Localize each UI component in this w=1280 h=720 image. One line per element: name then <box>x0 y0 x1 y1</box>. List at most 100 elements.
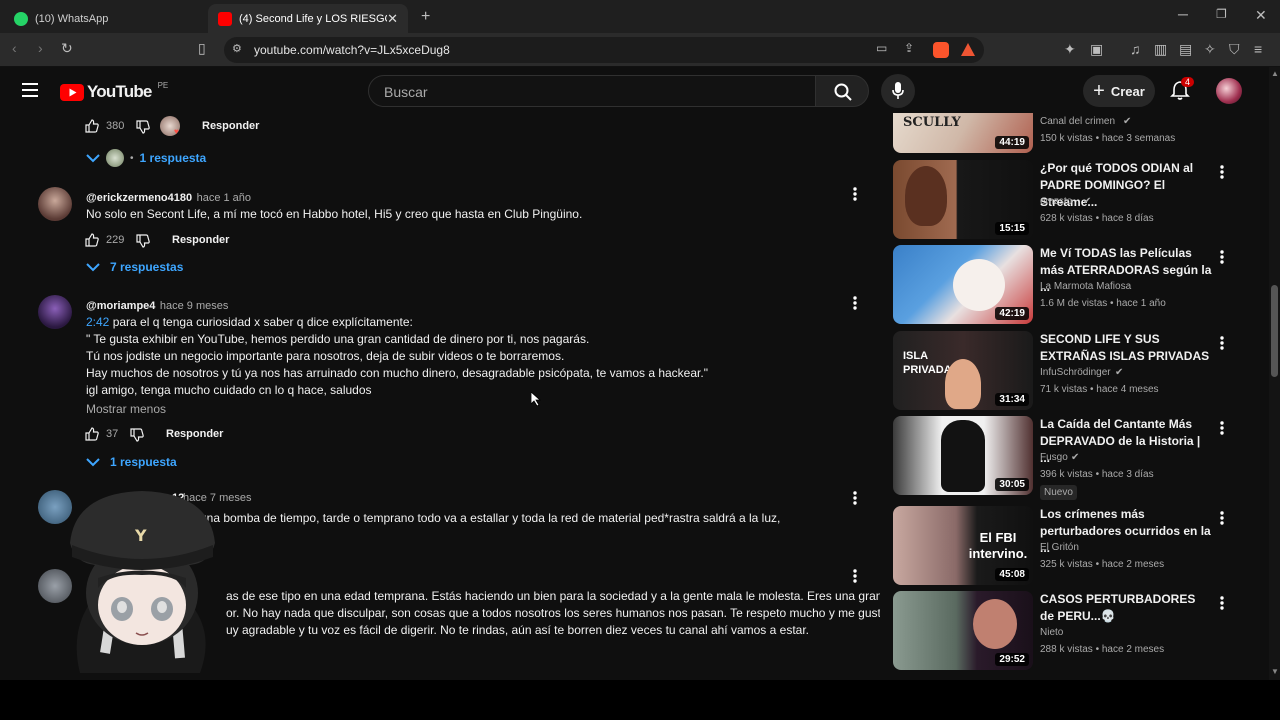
commenter-avatar[interactable] <box>38 295 72 329</box>
video-title[interactable]: ¿Por qué TODOS ODIAN al PADRE DOMINGO? E… <box>1040 160 1212 211</box>
wallet-icon[interactable]: ▤ <box>1179 41 1192 58</box>
forward-icon[interactable]: › <box>38 40 43 56</box>
dislike-icon[interactable] <box>130 428 144 442</box>
channel-name[interactable]: El Gritón <box>1040 542 1079 553</box>
media-icon[interactable]: ♫ <box>1130 41 1141 57</box>
screenshot-icon[interactable]: ▣ <box>1090 41 1103 58</box>
minimize-icon[interactable]: ─ <box>1178 6 1188 22</box>
like-icon[interactable] <box>85 233 99 247</box>
video-title[interactable]: CASOS PERTURBADORES de PERU...💀 <box>1040 591 1212 625</box>
like-icon[interactable] <box>85 119 99 133</box>
share-icon[interactable]: ⇪ <box>904 41 914 55</box>
channel-name[interactable]: Fusgo <box>1040 452 1068 463</box>
sidebar-icon[interactable]: ▥ <box>1154 41 1167 58</box>
video-more-icon[interactable] <box>1219 420 1225 436</box>
search-input[interactable]: Buscar <box>368 75 816 107</box>
recommended-video[interactable]: El FBI intervino. 45:08 Los crímenes más… <box>893 506 1263 586</box>
leo-icon[interactable]: ✧ <box>1204 41 1216 58</box>
channel-name[interactable]: emzsto <box>1040 196 1072 207</box>
dislike-icon[interactable] <box>136 234 150 248</box>
maximize-icon[interactable]: ❐ <box>1216 7 1227 21</box>
video-thumbnail[interactable]: 30:05 <box>893 416 1033 495</box>
video-thumbnail[interactable]: 42:19 <box>893 245 1033 324</box>
scroll-up-icon[interactable]: ▲ <box>1271 69 1279 78</box>
voice-search-button[interactable] <box>881 74 915 108</box>
video-more-icon[interactable] <box>1219 335 1225 351</box>
video-more-icon[interactable] <box>1219 595 1225 611</box>
close-window-icon[interactable]: ✕ <box>1255 7 1267 24</box>
reload-icon[interactable]: ↻ <box>61 40 73 57</box>
back-icon[interactable]: ‹ <box>12 40 17 56</box>
bookmark-icon[interactable]: ▯ <box>198 40 206 57</box>
close-tab-icon[interactable]: ✕ <box>387 11 398 27</box>
video-more-icon[interactable] <box>1219 249 1225 265</box>
view-replies-button[interactable]: 1 respuesta <box>86 455 177 469</box>
cast-icon[interactable]: ▭ <box>876 41 887 55</box>
view-replies-button[interactable]: 7 respuestas <box>86 260 183 274</box>
notification-count: 4 <box>1181 77 1195 87</box>
commenter-avatar[interactable] <box>38 187 72 221</box>
comment-author[interactable]: @moriampe4 <box>86 300 155 312</box>
show-less-button[interactable]: Mostrar menos <box>86 402 166 416</box>
channel-name[interactable]: Canal del crimen <box>1040 116 1115 127</box>
comment-more-icon[interactable] <box>852 295 858 311</box>
notifications-button[interactable]: 4 <box>1170 77 1195 102</box>
video-title[interactable]: SECOND LIFE Y SUS EXTRAÑAS ISLAS PRIVADA… <box>1040 331 1212 365</box>
view-replies-button[interactable]: • 1 respuesta <box>86 149 206 167</box>
account-avatar[interactable] <box>1216 78 1242 104</box>
new-tab-icon[interactable]: + <box>421 8 430 26</box>
channel-name[interactable]: InfuSchrödinger <box>1040 367 1111 378</box>
video-title[interactable]: La Caída del Cantante Más DEPRAVADO de l… <box>1040 416 1212 467</box>
comment-header: @moriampe4 hace 9 meses <box>86 296 228 314</box>
recommended-video[interactable]: 42:19 Me Ví TODAS las Películas más ATER… <box>893 245 1263 325</box>
video-more-icon[interactable] <box>1219 510 1225 526</box>
comment-text: as de ese tipo en una edad temprana. Est… <box>226 588 880 639</box>
comment-author[interactable]: @erickzermeno4180 <box>86 192 192 204</box>
comment-more-icon[interactable] <box>852 568 858 584</box>
channel-name[interactable]: Nieto <box>1040 627 1063 638</box>
video-more-icon[interactable] <box>1219 164 1225 180</box>
comment-more-icon[interactable] <box>852 186 858 202</box>
recommended-video[interactable]: ISLA PRIVADA 31:34 SECOND LIFE Y SUS EXT… <box>893 331 1263 411</box>
recommended-video[interactable]: 29:52 CASOS PERTURBADORES de PERU...💀 Ni… <box>893 591 1263 671</box>
reply-button[interactable]: Responder <box>166 428 223 440</box>
recommended-video[interactable]: 30:05 La Caída del Cantante Más DEPRAVAD… <box>893 416 1263 500</box>
video-duration: 44:19 <box>995 136 1029 149</box>
brave-rewards-icon[interactable] <box>961 43 975 56</box>
comment-time[interactable]: hace 9 meses <box>160 300 228 312</box>
url-box[interactable]: ⚙ youtube.com/watch?v=JLx5xceDug8 ▭ ⇪ <box>224 37 984 63</box>
vpn-icon[interactable]: ⛉ <box>1229 41 1240 58</box>
recommended-video[interactable]: SCULLY 44:19 Canal del crimen ✔ 150 k vi… <box>893 113 1263 154</box>
brave-shield-icon[interactable] <box>933 42 949 58</box>
replies-count: 7 respuestas <box>110 260 184 274</box>
video-thumbnail[interactable]: El FBI intervino. 45:08 <box>893 506 1033 585</box>
tab-whatsapp[interactable]: (10) WhatsApp <box>4 4 204 33</box>
page-scrollbar[interactable]: ▲ ▼ <box>1269 67 1280 680</box>
video-thumbnail[interactable]: 29:52 <box>893 591 1033 670</box>
video-meta: 1.6 M de vistas • hace 1 año <box>1040 298 1166 309</box>
like-icon[interactable] <box>85 427 99 441</box>
youtube-logo[interactable]: YouTube PE <box>60 81 168 102</box>
menu-icon[interactable]: ≡ <box>1254 41 1262 57</box>
search-button[interactable] <box>815 75 869 107</box>
create-button[interactable]: + Crear <box>1083 75 1155 107</box>
video-title[interactable]: Me Ví TODAS las Películas más ATERRADORA… <box>1040 245 1212 296</box>
video-timestamp-link[interactable]: 2:42 <box>86 315 109 329</box>
reply-button[interactable]: Responder <box>202 120 259 132</box>
recommended-video[interactable]: 15:15 ¿Por qué TODOS ODIAN al PADRE DOMI… <box>893 160 1263 240</box>
channel-name[interactable]: La Marmota Mafiosa <box>1040 281 1131 292</box>
hamburger-menu-icon[interactable] <box>22 83 38 97</box>
extensions-icon[interactable]: ✦ <box>1064 41 1076 58</box>
video-thumbnail[interactable]: SCULLY 44:19 <box>893 113 1033 153</box>
comment-time[interactable]: hace 1 año <box>197 192 251 204</box>
video-title[interactable]: Los crímenes más perturbadores ocurridos… <box>1040 506 1212 557</box>
scrollbar-thumb[interactable] <box>1271 285 1278 377</box>
reply-button[interactable]: Responder <box>172 234 229 246</box>
tab-youtube[interactable]: (4) Second Life y LOS RIESGOS D ✕ <box>208 4 408 33</box>
video-thumbnail[interactable]: 15:15 <box>893 160 1033 239</box>
comment-more-icon[interactable] <box>852 490 858 506</box>
site-info-icon[interactable]: ⚙ <box>232 42 242 55</box>
scroll-down-icon[interactable]: ▼ <box>1271 667 1279 676</box>
dislike-icon[interactable] <box>136 120 150 134</box>
video-thumbnail[interactable]: ISLA PRIVADA 31:34 <box>893 331 1033 410</box>
